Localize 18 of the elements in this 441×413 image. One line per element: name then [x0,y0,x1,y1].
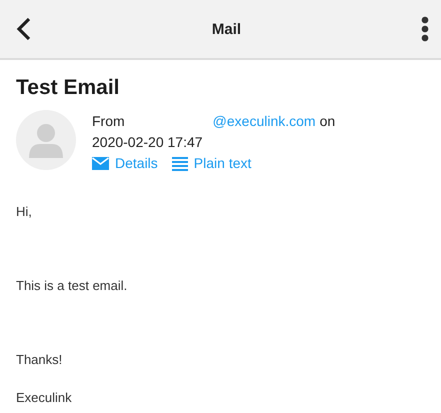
more-icon [421,16,429,42]
back-icon [16,17,32,41]
avatar-icon [16,110,76,170]
sender-link[interactable]: @execulink.com [212,111,316,132]
from-label: From [92,112,125,131]
lines-icon [172,156,188,170]
date: 2020-02-20 17:47 [92,133,203,152]
body-paragraph: Hi, [16,204,33,220]
screen-title: Mail [212,20,242,38]
details-link[interactable]: Details [92,153,158,174]
plain-text-link[interactable]: Plain text [172,153,252,174]
body-paragraph: Execulink [16,390,73,406]
subject: Test Email [16,76,120,100]
envelope-icon [92,157,109,170]
body-paragraph: Thanks! [16,352,64,368]
more-button[interactable] [419,14,431,44]
body-paragraph: This is a test email. [16,278,128,294]
on-label: on [320,112,336,131]
